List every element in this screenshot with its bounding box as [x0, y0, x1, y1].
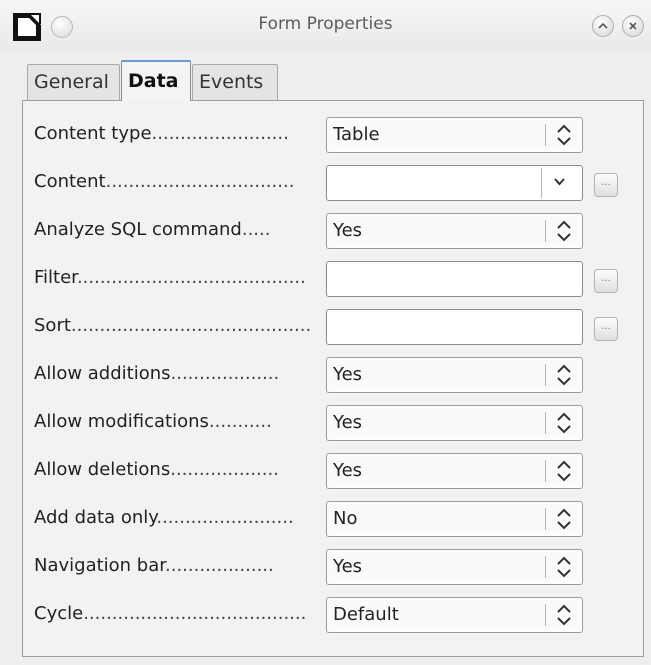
row-allow-modifications: Allow modifications........... Yes — [23, 403, 643, 443]
tab-data[interactable]: Data — [121, 60, 191, 101]
up-down-spinner-icon — [557, 364, 571, 386]
up-down-spinner-icon — [557, 508, 571, 530]
field-label: Allow modifications........... — [34, 411, 272, 432]
cycle-select[interactable]: Default — [326, 597, 583, 633]
close-icon — [629, 22, 637, 30]
field-label: Add data only........................ — [34, 507, 294, 528]
field-label: Navigation bar................... — [34, 555, 274, 576]
content-dropdown-button[interactable] — [541, 168, 577, 198]
select-value: Yes — [333, 364, 363, 385]
field-label: Sort....................................… — [34, 315, 312, 336]
row-content: Content.................................… — [23, 163, 643, 203]
select-value: Yes — [333, 412, 363, 433]
field-label: Allow deletions................... — [34, 459, 279, 480]
row-analyze-sql: Analyze SQL command..... Yes — [23, 211, 643, 251]
select-value: No — [333, 508, 358, 529]
row-allow-additions: Allow additions................... Yes — [23, 355, 643, 395]
row-content-type: Content type........................ Tab… — [23, 115, 643, 155]
select-value: Yes — [333, 460, 363, 481]
sort-input[interactable] — [326, 309, 583, 345]
window-title: Form Properties — [258, 14, 393, 34]
row-filter: Filter..................................… — [23, 259, 643, 299]
add-data-only-select[interactable]: No — [326, 501, 583, 537]
close-button[interactable] — [622, 15, 644, 37]
up-down-spinner-icon — [557, 412, 571, 434]
chevron-down-icon — [554, 178, 565, 186]
content-browse-button[interactable]: ... — [594, 173, 618, 197]
up-down-spinner-icon — [557, 460, 571, 482]
row-add-data-only: Add data only........................ No — [23, 499, 643, 539]
select-value: Yes — [333, 556, 363, 577]
allow-modifications-select[interactable]: Yes — [326, 405, 583, 441]
tab-general[interactable]: General — [27, 64, 120, 100]
up-down-spinner-icon — [557, 556, 571, 578]
field-label: Analyze SQL command..... — [34, 219, 271, 240]
select-value: Default — [333, 604, 399, 625]
content-type-select[interactable]: Table — [326, 117, 583, 153]
field-label: Allow additions................... — [34, 363, 280, 384]
analyze-sql-select[interactable]: Yes — [326, 213, 583, 249]
select-value: Yes — [333, 220, 363, 241]
field-label: Filter..................................… — [34, 267, 306, 288]
window-titlebar: Form Properties — [0, 0, 651, 52]
filter-browse-button[interactable]: ... — [594, 269, 618, 293]
up-down-spinner-icon — [557, 124, 571, 146]
data-tab-panel: Content type........................ Tab… — [22, 100, 644, 657]
row-cycle: Cycle...................................… — [23, 595, 643, 635]
up-down-spinner-icon — [557, 604, 571, 626]
row-allow-deletions: Allow deletions................... Yes — [23, 451, 643, 491]
select-value: Table — [333, 124, 380, 145]
filter-input[interactable] — [326, 261, 583, 297]
up-down-spinner-icon — [557, 220, 571, 242]
allow-deletions-select[interactable]: Yes — [326, 453, 583, 489]
sort-browse-button[interactable]: ... — [594, 317, 618, 341]
field-label: Content type........................ — [34, 123, 289, 144]
row-navigation-bar: Navigation bar................... Yes — [23, 547, 643, 587]
navigation-bar-select[interactable]: Yes — [326, 549, 583, 585]
chevron-up-icon — [598, 22, 608, 29]
rollup-button[interactable] — [592, 15, 614, 37]
row-sort: Sort....................................… — [23, 307, 643, 347]
field-label: Content................................. — [34, 171, 295, 192]
field-label: Cycle...................................… — [34, 603, 307, 624]
allow-additions-select[interactable]: Yes — [326, 357, 583, 393]
tab-events[interactable]: Events — [192, 64, 278, 100]
content-combobox[interactable] — [326, 165, 583, 201]
